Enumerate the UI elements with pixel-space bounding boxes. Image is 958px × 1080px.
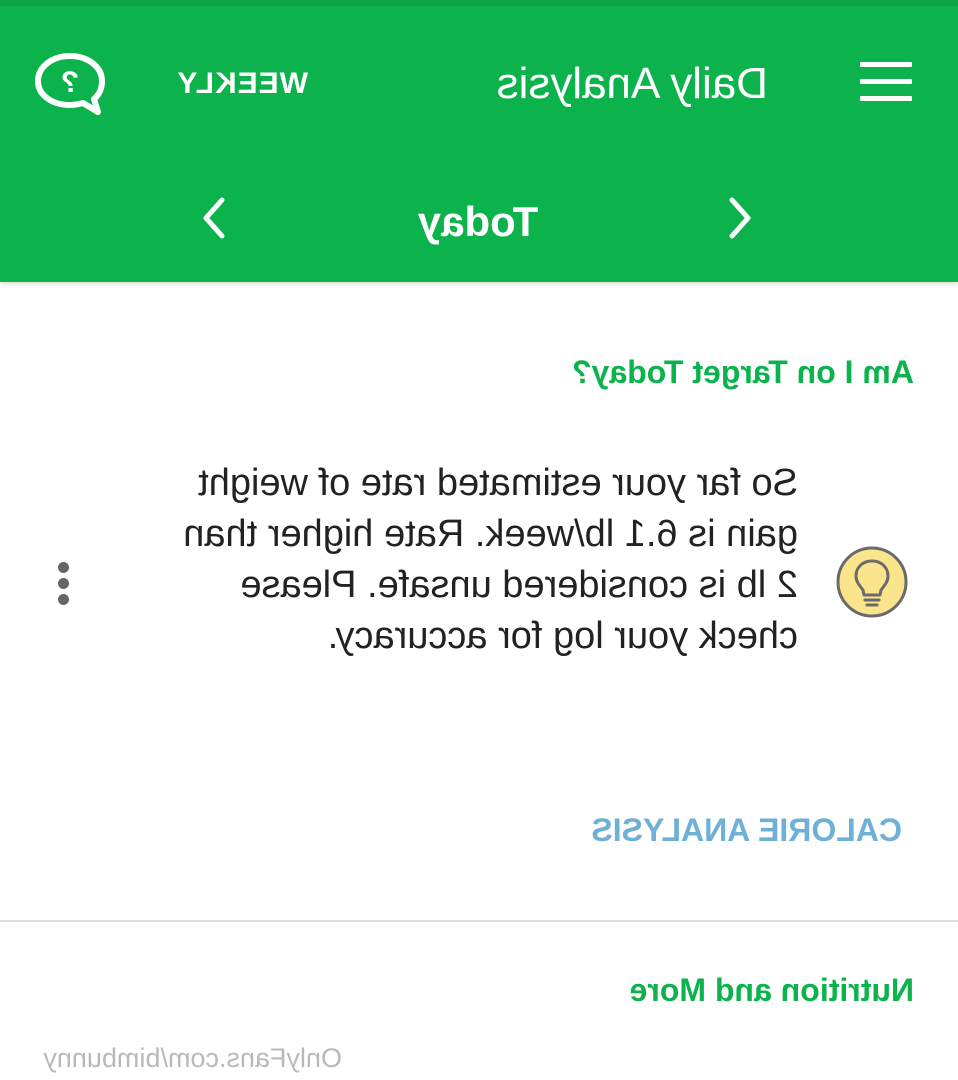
weight-gain-warning-text: So far your estimated rate of weight gai… <box>183 462 798 657</box>
menu-button[interactable] <box>854 46 926 118</box>
section-divider <box>0 920 958 922</box>
target-section-title: Am I on Target Today? <box>572 354 914 390</box>
page-title: Daily Analysis <box>496 59 768 108</box>
next-day-button[interactable] <box>184 186 244 250</box>
mirrored-screen: Daily Analysis WEEKLY ? Today Am I on Ta… <box>0 0 958 1080</box>
help-button[interactable]: ? <box>30 50 110 120</box>
calorie-analysis-link[interactable]: CALORIE ANALYSIS <box>502 806 902 854</box>
previous-day-button[interactable] <box>710 186 770 250</box>
watermark-text: OnlyFans.com/bimbunny <box>43 1043 342 1073</box>
status-bar-strip <box>0 0 958 6</box>
weekly-button[interactable]: WEEKLY <box>158 60 308 108</box>
svg-text:?: ? <box>61 66 79 99</box>
nutrition-section-title: Nutrition and More <box>629 972 914 1008</box>
help-chat-bubble-icon: ? <box>35 53 105 115</box>
chevron-left-icon <box>729 197 751 239</box>
more-options-button[interactable] <box>44 556 84 612</box>
current-date-label: Today <box>417 198 539 245</box>
lightbulb-icon <box>834 544 910 620</box>
app-header: Daily Analysis WEEKLY ? Today <box>0 0 958 282</box>
chevron-right-icon <box>203 197 225 239</box>
